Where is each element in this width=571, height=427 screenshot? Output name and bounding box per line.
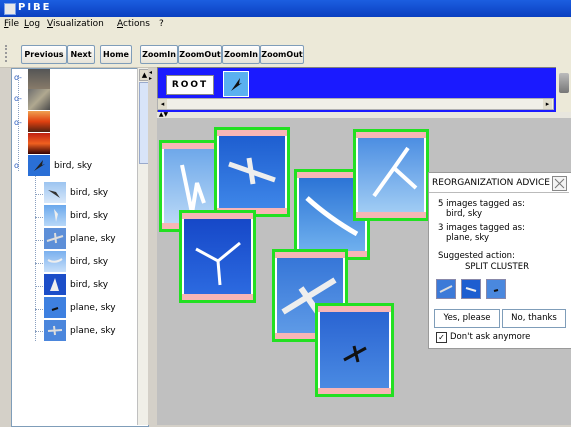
- split-pane-divider[interactable]: ◂ ▸: [148, 68, 156, 425]
- plane-icon: [439, 285, 453, 293]
- thumbnail-child-5[interactable]: [44, 274, 66, 295]
- image-card[interactable]: [214, 127, 290, 217]
- preview-thumbnail-3[interactable]: [486, 279, 506, 299]
- bird-photo-icon: [372, 146, 418, 198]
- thumbnail-cluster-bird[interactable]: [28, 155, 50, 176]
- node-handle-icon[interactable]: o-: [14, 118, 22, 127]
- bird-icon: [34, 160, 45, 171]
- menu-file[interactable]: File: [4, 19, 19, 29]
- image-card[interactable]: [315, 303, 394, 397]
- thumbnail-child-3[interactable]: [44, 228, 66, 249]
- tree-item-label[interactable]: bird, sky: [70, 257, 108, 267]
- tree-item-label[interactable]: bird, sky: [70, 280, 108, 290]
- dont-ask-checkbox[interactable]: ✓: [436, 332, 447, 343]
- no-thanks-button[interactable]: No, thanks: [502, 309, 566, 328]
- breadcrumb-root[interactable]: ROOT: [166, 75, 214, 95]
- cluster-tree[interactable]: o- o- o- o bird, sky bird, sky bird, sky…: [11, 68, 149, 427]
- bird-icon: [50, 278, 59, 291]
- menu-help[interactable]: ?: [159, 19, 164, 29]
- bird-icon: [48, 190, 60, 198]
- thumbnail-child-4[interactable]: [44, 251, 66, 272]
- window-title: PIBE: [18, 2, 52, 13]
- plane-icon: [46, 232, 64, 244]
- thumbnail-child-2[interactable]: [44, 205, 66, 226]
- menu-visualization[interactable]: Visualization: [47, 19, 104, 29]
- scroll-left-arrow-icon[interactable]: ◂: [158, 99, 167, 109]
- thumbnail-child-7[interactable]: [44, 320, 66, 341]
- next-button[interactable]: Next: [67, 45, 95, 64]
- toolbar-grip: [5, 45, 10, 62]
- app-icon: [4, 3, 16, 15]
- plane-icon: [493, 289, 499, 292]
- menu-actions[interactable]: Actions: [117, 19, 150, 29]
- bird-icon: [54, 209, 58, 222]
- plane-icon: [465, 287, 477, 292]
- menu-log[interactable]: Log: [24, 19, 40, 29]
- suggested-action-label: Suggested action:: [438, 251, 515, 261]
- tree-cluster-label[interactable]: bird, sky: [54, 161, 92, 171]
- title-bar: PIBE: [0, 0, 571, 17]
- advice-title: REORGANIZATION ADVICE: [432, 178, 550, 188]
- plane-icon: [51, 307, 59, 311]
- preview-thumbnail-1[interactable]: [436, 279, 456, 299]
- home-button[interactable]: Home: [100, 45, 132, 64]
- image-card[interactable]: [353, 129, 429, 221]
- tree-item-label[interactable]: plane, sky: [70, 326, 116, 336]
- suggested-action-value: SPLIT CLUSTER: [465, 262, 529, 272]
- thumbnail-child-1[interactable]: [44, 182, 66, 203]
- menu-bar: File Log Visualization Actions ?: [0, 17, 571, 33]
- expanded-node-icon[interactable]: o: [14, 161, 19, 170]
- zoom-out-button-1[interactable]: ZoomOut: [178, 45, 222, 64]
- toolbar: Previous Next Home ZoomIn ZoomOut ZoomIn…: [0, 33, 571, 68]
- tree-item-label[interactable]: plane, sky: [70, 234, 116, 244]
- tree-item-label[interactable]: bird, sky: [70, 211, 108, 221]
- dont-ask-label: Don't ask anymore: [450, 332, 531, 342]
- zoom-in-button-1[interactable]: ZoomIn: [140, 45, 178, 64]
- advice-tag-1: bird, sky: [446, 209, 482, 219]
- splitter-arrows-icon[interactable]: ◂ ▸: [149, 70, 152, 82]
- thumbnail-cluster-2[interactable]: [28, 89, 50, 110]
- scroll-right-arrow-icon[interactable]: ▸: [543, 99, 552, 109]
- right-side-panel: [556, 67, 571, 112]
- bird-icon: [231, 78, 242, 91]
- close-icon[interactable]: [552, 176, 567, 191]
- advice-tag-2: plane, sky: [446, 233, 490, 243]
- thumbnail-fire[interactable]: [28, 133, 50, 154]
- zoom-in-button-2[interactable]: ZoomIn: [222, 45, 260, 64]
- thumbnail-child-6[interactable]: [44, 297, 66, 318]
- plane-photo-icon: [343, 345, 367, 363]
- tree-item-label[interactable]: plane, sky: [70, 303, 116, 313]
- tree-item-label[interactable]: bird, sky: [70, 188, 108, 198]
- breadcrumb-scrollbar[interactable]: ◂ ▸: [157, 98, 554, 110]
- previous-button[interactable]: Previous: [21, 45, 67, 64]
- advice-line-1: 5 images tagged as:: [438, 199, 525, 209]
- bird-icon: [47, 258, 63, 263]
- breadcrumb-cluster-thumbnail[interactable]: [223, 71, 249, 97]
- advice-line-2: 3 images tagged as:: [438, 223, 525, 233]
- node-handle-icon[interactable]: o-: [14, 94, 22, 103]
- divider: [429, 192, 569, 193]
- plane-icon: [47, 325, 63, 336]
- node-handle-icon[interactable]: o-: [14, 73, 22, 82]
- image-card[interactable]: [179, 210, 256, 303]
- zoom-out-button-2[interactable]: ZoomOut: [260, 45, 304, 64]
- thumbnail-elephant[interactable]: [28, 69, 50, 90]
- thumbnail-sunset[interactable]: [28, 111, 50, 132]
- bird-photo-icon: [195, 241, 241, 286]
- yes-please-button[interactable]: Yes, please: [434, 309, 500, 328]
- trash-icon[interactable]: [559, 73, 569, 93]
- plane-photo-icon: [228, 157, 276, 185]
- preview-thumbnail-2[interactable]: [461, 279, 481, 299]
